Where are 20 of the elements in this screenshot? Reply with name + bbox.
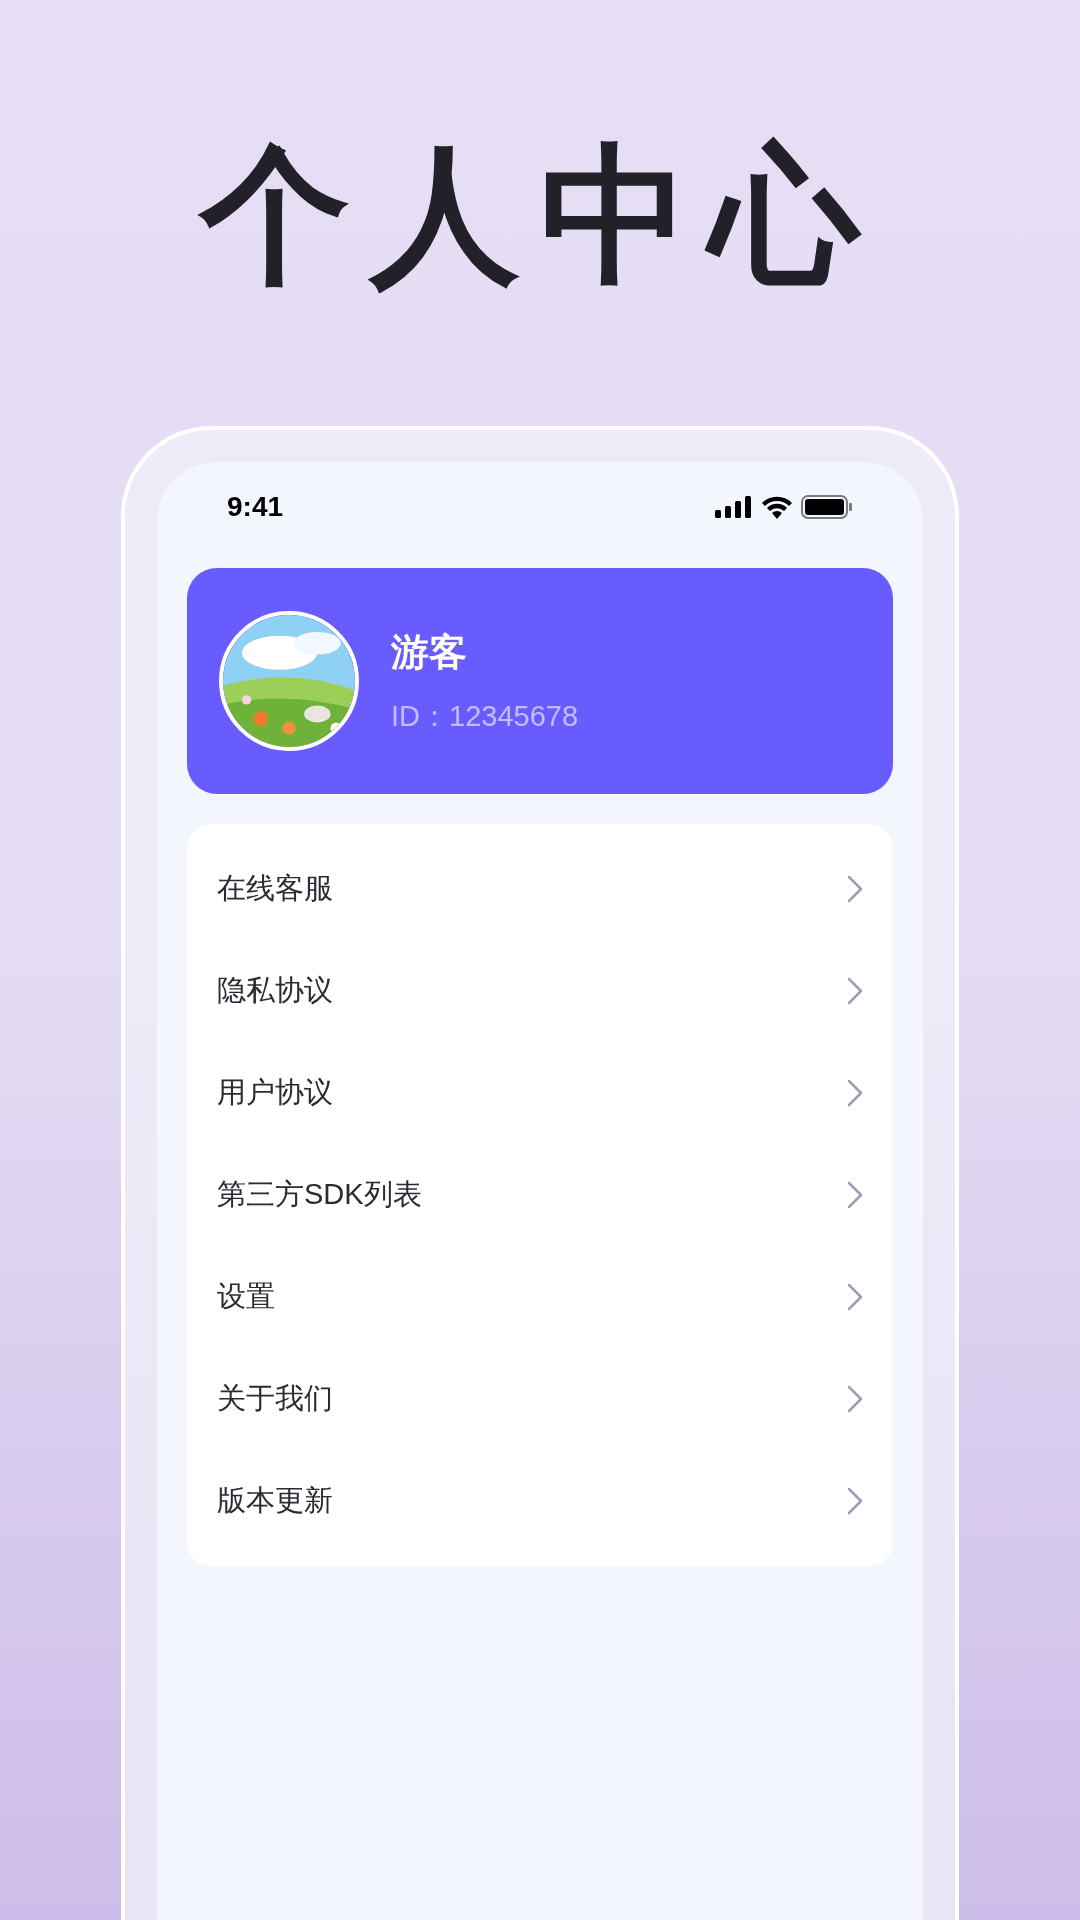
chevron-right-icon <box>847 1079 863 1107</box>
status-time: 9:41 <box>227 490 284 524</box>
menu-item[interactable]: 在线客服 <box>187 838 893 940</box>
chevron-right-icon <box>847 1283 863 1311</box>
chevron-right-icon <box>847 1487 863 1515</box>
menu-item[interactable]: 关于我们 <box>187 1348 893 1450</box>
menu-item[interactable]: 版本更新 <box>187 1450 893 1552</box>
menu-item[interactable]: 第三方SDK列表 <box>187 1144 893 1246</box>
chevron-right-icon <box>847 1181 863 1209</box>
chevron-right-icon <box>847 977 863 1005</box>
menu-item[interactable]: 设置 <box>187 1246 893 1348</box>
menu-item[interactable]: 用户协议 <box>187 1042 893 1144</box>
chevron-right-icon <box>847 875 863 903</box>
battery-icon <box>801 495 853 519</box>
profile-id: ID：12345678 <box>391 698 579 734</box>
profile-name: 游客 <box>391 629 468 675</box>
chevron-right-icon <box>847 1385 863 1413</box>
signal-icon <box>715 496 753 518</box>
menu-item[interactable]: 隐私协议 <box>187 940 893 1042</box>
wifi-icon <box>761 495 793 519</box>
